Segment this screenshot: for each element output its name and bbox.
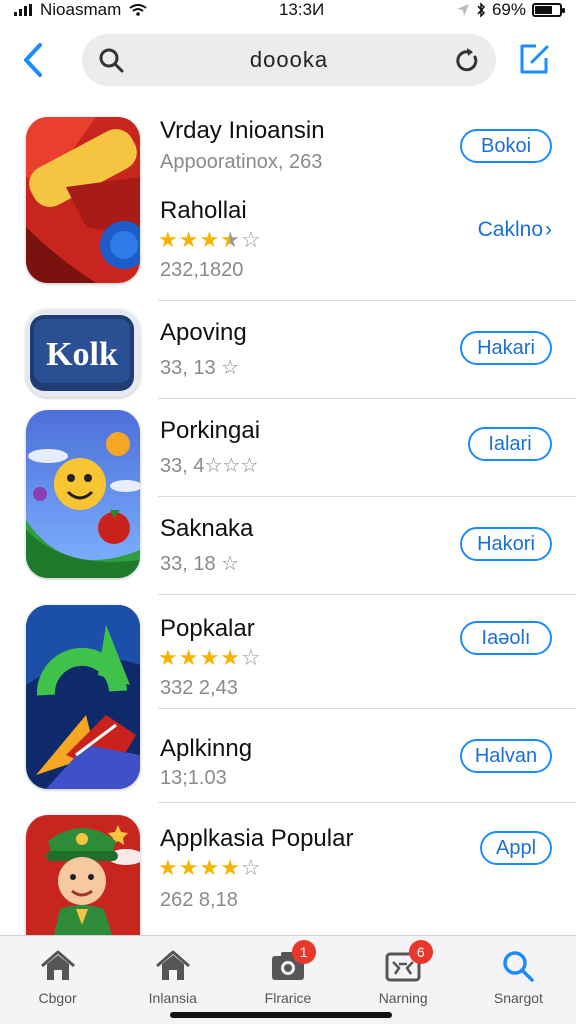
star-icon: ★ <box>178 645 199 670</box>
signal-icon <box>14 4 32 16</box>
tab-snargot[interactable]: Snargot <box>461 936 576 1024</box>
app-subtitle: Appooratinox, 263 <box>160 151 323 173</box>
get-link-label: Caklno <box>477 218 543 241</box>
tab-label: Snargot <box>493 990 543 1006</box>
app-subtitle: 33, 4☆☆☆ <box>160 455 259 477</box>
home-icon <box>40 950 75 980</box>
star-rating: ★ ★ ★ ★ ☆ <box>158 857 261 879</box>
kolk-icon-text: Kolk <box>46 336 118 373</box>
star-icon: ★ <box>220 645 240 670</box>
app-subtitle: 13;1.03 <box>160 767 227 789</box>
notification-badge: 6 <box>408 940 433 964</box>
refresh-icon[interactable] <box>452 45 482 75</box>
star-icon: ★ <box>220 227 240 252</box>
star-icon: ☆ <box>240 855 261 880</box>
search-icon <box>503 951 535 982</box>
app-subtitle: 232,1820 <box>160 259 244 281</box>
star-icon: ★ <box>220 855 240 880</box>
battery-fill <box>535 6 552 14</box>
app-name: Vrday Inioansin <box>160 117 325 144</box>
list-item[interactable]: Aplkinng 13;1.03 Halvan <box>158 709 576 803</box>
list-item[interactable]: Porkingai 33, 4☆☆☆ Ialari <box>158 399 576 497</box>
app-name: Aplkinng <box>160 735 253 762</box>
app-name: Saknaka <box>160 515 254 542</box>
app-name: Porkingai <box>160 417 261 444</box>
list-item[interactable]: Vrday Inioansin Appooratinox, 263 Bokoi <box>158 105 576 193</box>
get-button[interactable]: Halvan <box>460 739 552 773</box>
tab-label: Inlansia <box>148 990 197 1006</box>
get-button[interactable]: Ialari <box>468 427 552 461</box>
get-button[interactable]: Appl <box>480 831 552 865</box>
battery-percent: 69% <box>491 0 526 19</box>
status-time: 13:3И <box>278 0 325 19</box>
status-bar: Nioasmam 13:3И 69% <box>0 0 576 20</box>
red-yellow-abstract-icon[interactable] <box>26 117 140 283</box>
app-subtitle: 33, 13 ☆ <box>160 357 240 379</box>
app-subtitle: 262 8,18 <box>160 889 238 911</box>
tab-inlansia[interactable]: Inlansia <box>115 936 230 1024</box>
star-icon: ☆ <box>240 645 261 670</box>
star-rating: ★ ★ ★ ★ ☆ <box>158 647 261 669</box>
battery-icon <box>532 3 565 17</box>
notification-badge: 1 <box>291 940 316 964</box>
back-button[interactable] <box>18 40 48 80</box>
boy-character-icon[interactable] <box>26 815 140 935</box>
tab-label: Narning <box>378 990 428 1006</box>
kolk-icon[interactable]: Kolk <box>26 309 140 397</box>
tab-label: Cbgor <box>38 990 77 1006</box>
app-subtitle: 33, 18 ☆ <box>160 553 240 575</box>
wifi-icon <box>129 4 147 16</box>
tab-narning[interactable]: 6 Narning <box>346 936 461 1024</box>
home-icon <box>155 950 190 980</box>
app-name: Apoving <box>160 319 247 346</box>
app-name: Rahollai <box>160 197 247 224</box>
get-button[interactable]: Iaəolı <box>460 621 552 655</box>
star-icon: ☆ <box>240 227 261 252</box>
star-icon: ★ <box>199 645 220 670</box>
chevron-right-icon: › <box>545 218 552 241</box>
list-item[interactable]: Rahollai ★ ★ ★ ★ ☆ 232,1820 Caklno › <box>158 193 576 301</box>
app-list: Vrday Inioansin Appooratinox, 263 Bokoi … <box>0 105 576 935</box>
tab-label: Flrarice <box>264 990 312 1006</box>
star-rating: ★ ★ ★ ★ ☆ <box>158 229 261 251</box>
app-name: Popkalar <box>160 615 255 642</box>
app-name: Applkasia Popular <box>160 825 354 852</box>
bluetooth-icon <box>477 2 485 18</box>
search-icon <box>99 48 124 73</box>
tab-bar: Cbgor Inlansia 1 Flrarice 6 Narning Snar… <box>0 935 576 1024</box>
compose-icon <box>520 44 549 74</box>
star-icon: ★ <box>178 227 199 252</box>
nav-bar: doooka <box>0 30 576 90</box>
status-left: Nioasmam <box>14 0 147 20</box>
star-icon: ★ <box>178 855 199 880</box>
star-icon: ★ <box>199 227 220 252</box>
search-input[interactable]: doooka <box>82 34 496 86</box>
tab-flrarice[interactable]: 1 Flrarice <box>230 936 345 1024</box>
app-subtitle: 332 2,43 <box>160 677 238 699</box>
list-item[interactable]: Applkasia Popular ★ ★ ★ ★ ☆ 262 8,18 App… <box>158 803 576 935</box>
list-item[interactable]: Apoving 33, 13 ☆ Hakari <box>158 301 576 399</box>
status-right: 69% <box>456 0 565 20</box>
location-icon <box>456 4 469 16</box>
star-icon: ★ <box>158 855 178 880</box>
search-query: doooka <box>249 47 329 72</box>
get-button[interactable]: Hakari <box>460 331 552 365</box>
compose-button[interactable] <box>516 40 554 78</box>
list-item[interactable]: Saknaka 33, 18 ☆ Hakori <box>158 497 576 595</box>
smiley-game-icon[interactable] <box>26 410 140 578</box>
green-arrow-icon[interactable] <box>26 605 140 789</box>
carrier-name: Nioasmam <box>40 0 122 19</box>
star-icon: ★ <box>158 645 178 670</box>
get-button[interactable]: Bokoi <box>460 129 552 163</box>
chevron-left-icon <box>24 43 42 77</box>
tab-cbgor[interactable]: Cbgor <box>0 936 115 1024</box>
home-indicator <box>170 1012 392 1018</box>
star-icon: ★ <box>158 227 178 252</box>
get-link[interactable]: Caklno › <box>478 213 552 247</box>
get-button[interactable]: Hakori <box>460 527 552 561</box>
star-icon: ★ <box>199 855 220 880</box>
list-item[interactable]: Popkalar ★ ★ ★ ★ ☆ 332 2,43 Iaəolı <box>158 595 576 709</box>
